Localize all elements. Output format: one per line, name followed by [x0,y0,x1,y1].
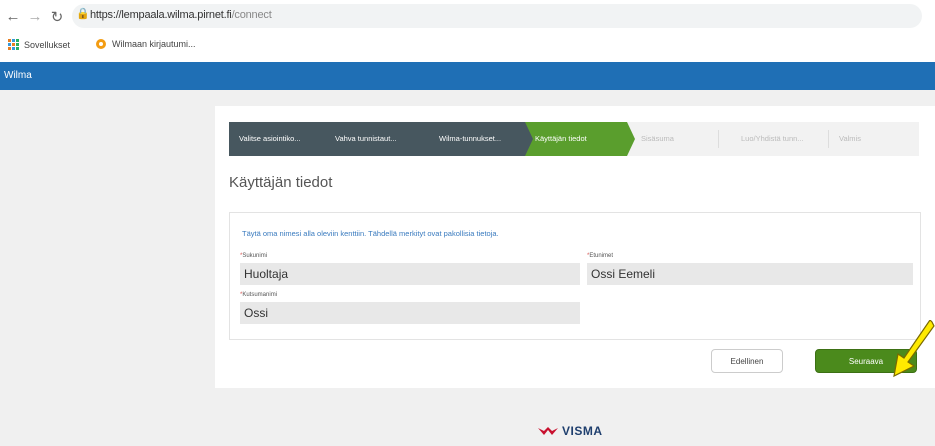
registration-card: Valitse asiointiko... Vahva tunnistaut..… [215,106,935,388]
apps-grid-icon [8,39,19,50]
wilma-bookmark-icon [96,39,106,49]
site-title[interactable]: Wilma [4,70,32,81]
step-sisasuma: Sisäsuma [627,122,719,156]
etunimet-input[interactable] [587,263,913,285]
user-info-form: Täytä oma nimesi alla oleviin kenttiin. … [229,212,921,340]
step-wilma-tunnukset: Wilma-tunnukset... [429,122,533,156]
bookmark-apps[interactable]: Sovellukset [8,39,70,50]
url-text[interactable]: https://lempaala.wilma.pirnet.fi/connect [90,9,272,21]
bookmarks-bar: Sovellukset Wilmaan kirjautumi... [0,34,935,58]
etunimet-label: *Etunimet [587,253,614,259]
reload-icon[interactable]: ↻ [49,8,65,26]
browser-chrome: ← → ↻ 🔒 https://lempaala.wilma.pirnet.fi… [0,0,935,62]
back-arrow-icon[interactable]: ← [5,8,21,25]
kutsumanimi-label: *Kutsumanimi [240,292,278,298]
address-bar[interactable]: 🔒 https://lempaala.wilma.pirnet.fi/conne… [72,4,922,28]
step-kayttajan-tiedot: Käyttäjän tiedot [525,122,635,156]
visma-logo-icon [538,427,558,435]
kutsumanimi-input[interactable] [240,302,580,324]
sukunimi-label: *Sukunimi [240,253,268,259]
step-vahva-tunnistautuminen: Vahva tunnistaut... [325,122,437,156]
sukunimi-input[interactable] [240,263,580,285]
previous-button[interactable]: Edellinen [711,349,783,373]
visma-logo: VISMA [538,424,603,438]
form-instructions: Täytä oma nimesi alla oleviin kenttiin. … [242,229,499,238]
page-title: Käyttäjän tiedot [229,174,333,191]
step-valitse: Valitse asiointiko... [229,122,333,156]
annotation-arrow-icon [893,320,935,378]
lock-icon: 🔒 [76,8,90,20]
site-header: Wilma [0,62,935,90]
bookmark-wilma-login[interactable]: Wilmaan kirjautumi... [96,39,196,49]
progress-steps: Valitse asiointiko... Vahva tunnistaut..… [229,122,919,156]
step-valmis: Valmis [829,122,919,156]
step-luo-yhdista: Luo/Yhdistä tunn... [719,122,829,156]
forward-arrow-icon[interactable]: → [27,8,43,25]
